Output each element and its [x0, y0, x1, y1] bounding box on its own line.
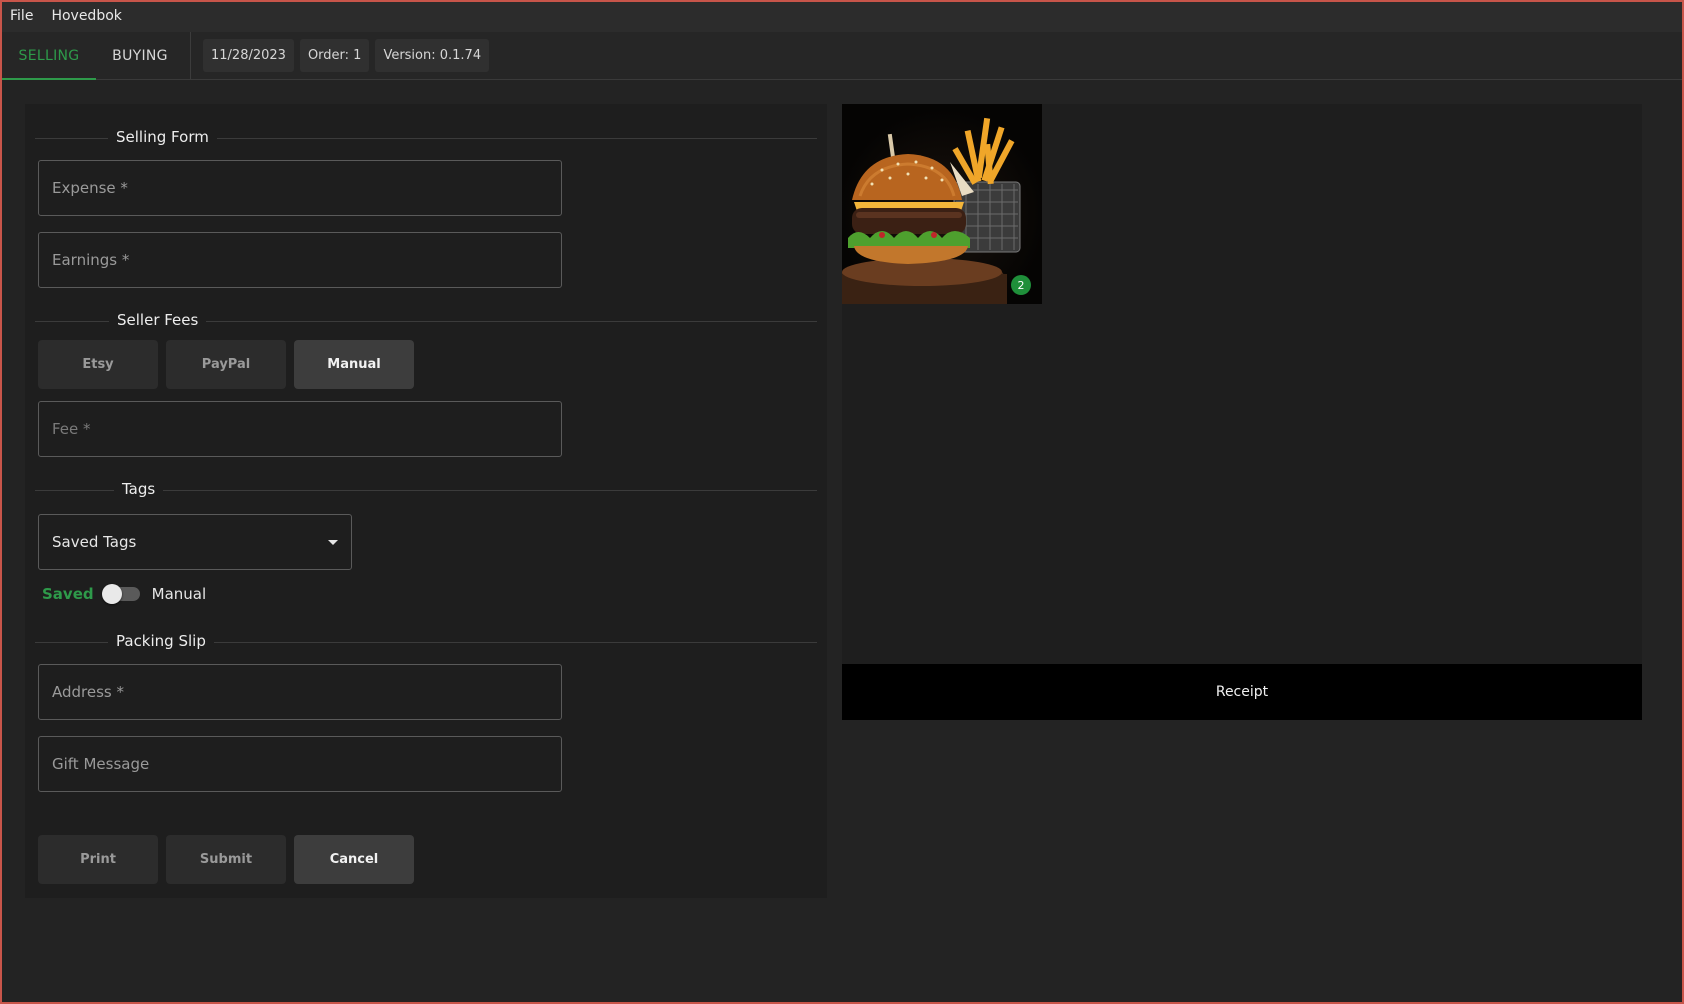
earnings-input[interactable] — [52, 251, 561, 269]
gift-message-input[interactable] — [52, 755, 561, 773]
menubar: File Hovedbok — [0, 0, 1684, 32]
menu-hovedbok[interactable]: Hovedbok — [51, 8, 121, 24]
section-seller-fees: Seller Fees — [35, 311, 817, 331]
section-title: Packing Slip — [108, 632, 214, 650]
tab-divider — [190, 32, 191, 79]
burger-photo-image — [842, 117, 1021, 304]
tab-buying[interactable]: BUYING — [96, 32, 184, 79]
version-chip: Version: 0.1.74 — [375, 39, 490, 72]
caret-down-icon — [328, 539, 338, 545]
switch-knob — [101, 584, 122, 604]
toggle-label-manual: Manual — [151, 585, 207, 603]
section-title: Tags — [114, 480, 164, 498]
fee-manual-button[interactable]: Manual — [294, 340, 414, 389]
section-selling-form: Selling Form — [35, 128, 817, 148]
tab-selling[interactable]: SELLING — [2, 32, 96, 80]
tags-mode-toggle-row: Saved Manual — [42, 582, 206, 606]
toggle-label-saved: Saved — [42, 585, 94, 603]
order-chip: Order: 1 — [299, 39, 370, 72]
expense-input[interactable] — [52, 179, 561, 197]
receipt-button[interactable]: Receipt — [842, 664, 1642, 720]
section-title: Seller Fees — [109, 311, 207, 329]
date-chip: 11/28/2023 — [203, 39, 294, 72]
image-count-badge: 2 — [1011, 275, 1031, 295]
earnings-field[interactable] — [38, 232, 562, 288]
fee-input[interactable] — [52, 420, 561, 438]
section-packing-slip: Packing Slip — [35, 632, 817, 652]
tab-bar: SELLING BUYING 11/28/2023 Order: 1 Versi… — [2, 32, 1682, 80]
product-image-thumbnail[interactable]: 2 — [842, 104, 1042, 304]
selling-form-panel: Selling Form Seller Fees Etsy PayPal Man… — [25, 104, 827, 898]
saved-tags-value: Saved Tags — [52, 533, 137, 551]
preview-panel: 2 Receipt — [842, 104, 1642, 720]
address-field[interactable] — [38, 664, 562, 720]
gift-message-field[interactable] — [38, 736, 562, 792]
saved-tags-select[interactable]: Saved Tags — [38, 514, 352, 570]
section-title: Selling Form — [108, 128, 217, 146]
print-button[interactable]: Print — [38, 835, 158, 884]
expense-field[interactable] — [38, 160, 562, 216]
tags-mode-switch[interactable] — [101, 584, 140, 604]
fee-field[interactable] — [38, 401, 562, 457]
submit-button[interactable]: Submit — [166, 835, 286, 884]
address-input[interactable] — [52, 683, 561, 701]
fee-etsy-button[interactable]: Etsy — [38, 340, 158, 389]
section-tags: Tags — [35, 480, 817, 500]
cancel-button[interactable]: Cancel — [294, 835, 414, 884]
menu-file[interactable]: File — [10, 8, 33, 24]
fee-paypal-button[interactable]: PayPal — [166, 340, 286, 389]
